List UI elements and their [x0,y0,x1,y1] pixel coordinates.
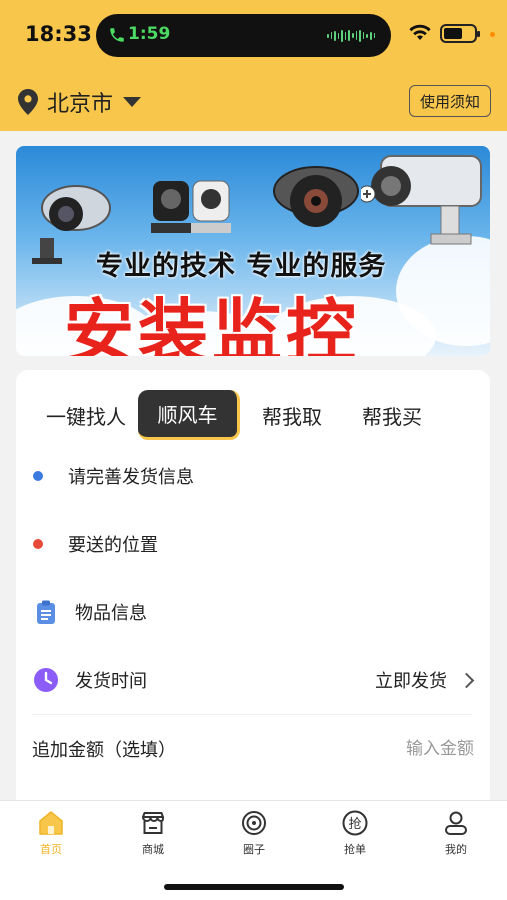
grab-order-icon: 抢 [342,810,368,836]
tab-buy-for-me[interactable]: 帮我买 [344,390,440,440]
delivery-form-card: 一键找人 顺风车 帮我取 帮我买 请完善发货信息 要送的位置 物品信息 发货时间… [16,370,490,810]
home-icon [39,811,63,835]
nav-profile[interactable]: 我的 [426,809,486,857]
box-camera-icon [361,155,482,245]
sender-info-label: 请完善发货信息 [68,467,194,488]
nav-home[interactable]: 首页 [21,809,81,857]
tab-find-person[interactable]: 一键找人 [36,390,136,440]
nav-grab-order[interactable]: 抢 抢单 [325,809,385,857]
city-name: 北京市 [47,92,114,117]
extra-amount-input[interactable] [314,739,474,759]
tab-pick-up[interactable]: 帮我取 [244,390,340,440]
destination-label: 要送的位置 [68,535,158,556]
banner-headline: 安装监控 [64,291,360,356]
blue-dot-icon [33,471,43,481]
nav-home-label: 首页 [40,843,62,856]
red-dot-icon [33,539,43,549]
tab-ride-share[interactable]: 顺风车 [138,390,240,440]
sender-info-row[interactable]: 请完善发货信息 [16,446,490,506]
clipboard-icon [37,600,55,624]
clock-icon [34,668,58,692]
divider [32,714,472,715]
caret-down-icon [123,97,142,107]
audio-wave-icon [327,29,376,42]
ship-time-row[interactable]: 发货时间 立即发货 [16,650,490,710]
svg-text:抢: 抢 [348,816,361,832]
nav-circle[interactable]: 圈子 [224,809,284,857]
chevron-right-icon [458,672,475,688]
city-selector[interactable]: 北京市 [18,86,142,118]
battery-icon [440,24,480,43]
nav-profile-label: 我的 [445,843,467,856]
call-duration: 1:59 [128,24,171,44]
location-pin-icon [18,89,38,115]
home-indicator[interactable] [164,884,344,890]
item-info-label: 物品信息 [75,603,147,624]
store-icon [142,812,164,834]
nav-grab-order-label: 抢单 [344,843,366,856]
usage-notice-button[interactable]: 使用须知 [409,85,491,117]
extra-amount-row: 追加金额（选填） [16,719,490,779]
destination-row[interactable]: 要送的位置 [16,514,490,574]
ship-time-selector[interactable]: 立即发货 [375,667,475,693]
ship-time-value: 立即发货 [375,671,447,692]
dynamic-island[interactable]: 1:59 [96,14,391,57]
service-tabs: 一键找人 顺风车 帮我取 帮我买 [16,390,490,440]
user-icon [445,811,467,835]
ceiling-camera-icon [273,166,359,227]
wifi-icon [409,24,431,40]
privacy-indicator [490,32,495,37]
nav-circle-label: 圈子 [243,843,265,856]
circle-icon [242,811,266,835]
ship-time-label: 发货时间 [75,671,147,692]
extra-amount-label: 追加金额（选填） [32,740,176,761]
status-time: 18:33 [25,22,92,46]
phone-icon [110,28,124,42]
nav-store[interactable]: 商城 [123,809,183,857]
item-info-row[interactable]: 物品信息 [16,582,490,642]
dome-camera-icon [151,180,231,233]
nav-store-label: 商城 [142,843,164,856]
promo-banner[interactable]: 专业的技术 专业的服务 安装监控 [16,146,490,356]
